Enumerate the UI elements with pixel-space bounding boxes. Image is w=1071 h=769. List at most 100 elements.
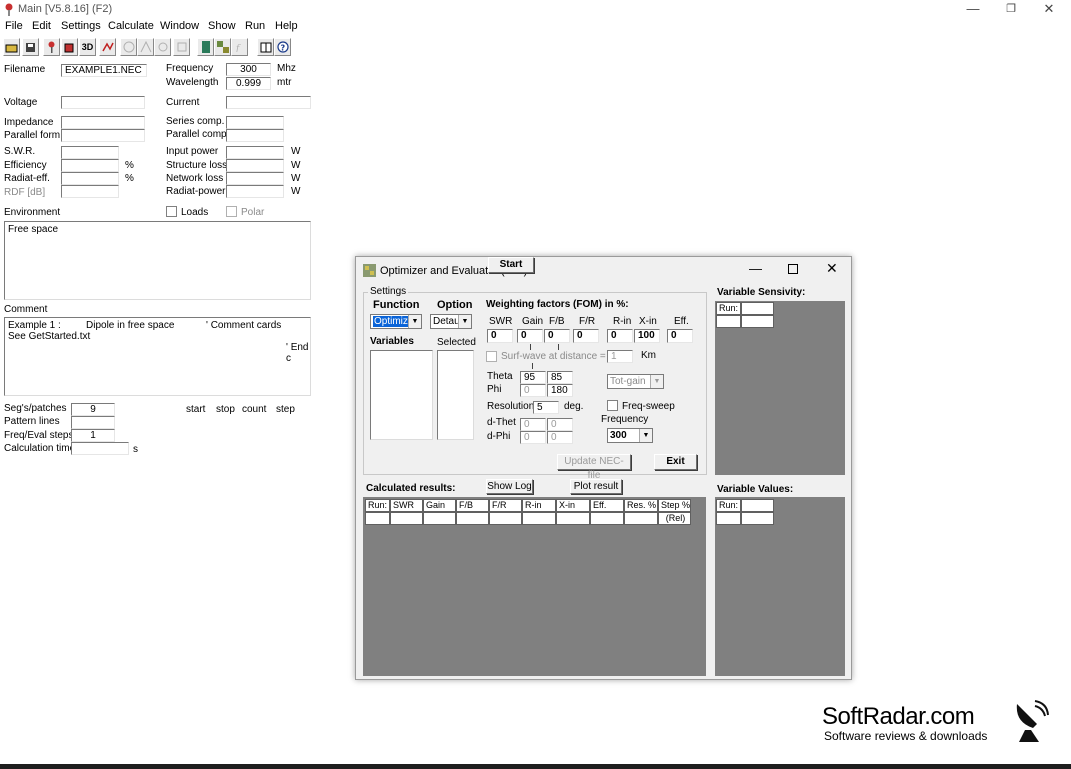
result-cell	[456, 512, 489, 525]
app-icon	[5, 3, 13, 16]
optimizer-icon[interactable]	[214, 38, 231, 56]
menu-run[interactable]: Run	[245, 20, 265, 32]
wavelength-field: 0.999	[226, 77, 271, 90]
pattern-lines-field[interactable]	[71, 416, 115, 429]
calc-time-field	[71, 442, 129, 455]
menu-help[interactable]: Help	[275, 20, 298, 32]
menu-window[interactable]: Window	[160, 20, 199, 32]
w-fb-field[interactable]: 0	[544, 329, 570, 343]
phi-stop-field[interactable]: 180	[547, 384, 573, 397]
segs-field[interactable]: 9	[71, 403, 115, 416]
comment-textarea[interactable]: Example 1 : Dipole in free space ' Comme…	[4, 317, 311, 396]
input-power-label: Input power	[166, 146, 219, 157]
dthet-label: d-Thet	[487, 417, 516, 428]
function-icon[interactable]: f	[231, 38, 248, 56]
dthet-start-field[interactable]: 0	[520, 418, 546, 431]
freq-sweep-label: Freq-sweep	[622, 401, 675, 412]
gain-type-combo[interactable]: Tot-gain ▼	[607, 374, 664, 389]
structure-loss-unit: W	[291, 160, 301, 171]
result-header-fr: F/R	[489, 499, 522, 512]
w-xin-field[interactable]: 100	[634, 329, 660, 343]
geometry-cube-icon[interactable]	[61, 38, 78, 56]
smith-chart-icon[interactable]	[120, 38, 137, 56]
selected-list[interactable]	[437, 350, 474, 440]
dphi-stop-field[interactable]: 0	[547, 431, 573, 444]
menu-calculate[interactable]: Calculate	[108, 20, 154, 32]
calculator-icon[interactable]	[197, 38, 214, 56]
function-combo[interactable]: Optimize ▼	[370, 314, 422, 329]
environment-textarea[interactable]: Free space	[4, 221, 311, 300]
menu-file[interactable]: File	[5, 20, 23, 32]
plot-result-button[interactable]: Plot result	[570, 479, 622, 494]
var-values-grid[interactable]: Run:	[715, 497, 845, 676]
resolution-field[interactable]: 5	[533, 401, 559, 414]
freq-sweep-checkbox[interactable]	[607, 400, 618, 411]
menu-edit[interactable]: Edit	[32, 20, 51, 32]
opt-frequency-combo[interactable]: 300 ▼	[607, 428, 653, 443]
show-log-button[interactable]: Show Log	[486, 479, 533, 494]
dphi-start-field[interactable]: 0	[520, 431, 546, 444]
result-cell	[624, 512, 658, 525]
variables-list[interactable]	[370, 350, 433, 440]
w-eff-field[interactable]: 0	[667, 329, 693, 343]
option-combo[interactable]: Detau ▼	[430, 314, 472, 329]
manual-book-icon[interactable]	[257, 38, 274, 56]
near-field-icon[interactable]	[137, 38, 154, 56]
radiat-eff-field	[61, 172, 119, 185]
dialog-maximize-button[interactable]	[788, 264, 798, 274]
dthet-stop-field[interactable]: 0	[547, 418, 573, 431]
surf-wave-field[interactable]: 1	[607, 350, 633, 363]
menu-settings[interactable]: Settings	[61, 20, 101, 32]
optimizer-dialog: Optimizer and Evaluator (F12) — ✕ Settin…	[355, 256, 852, 680]
w-fr-field[interactable]: 0	[573, 329, 599, 343]
dialog-close-button[interactable]: ✕	[826, 260, 838, 277]
close-button[interactable]: ✕	[1034, 0, 1064, 20]
minimize-button[interactable]: —	[958, 0, 988, 20]
col-step-label: step	[276, 404, 295, 415]
series-comp-field	[226, 116, 284, 129]
radiat-eff-label: Radiat-eff.	[4, 173, 50, 184]
col-stop-label: stop	[216, 404, 235, 415]
var-sensitivity-grid[interactable]: Run:	[715, 301, 845, 475]
efficiency-unit: %	[125, 160, 134, 171]
values-header-run: Run:	[716, 499, 741, 512]
start-button[interactable]: Start	[488, 257, 534, 273]
update-nec-file-button[interactable]: Update NEC-file	[557, 454, 631, 481]
save-disk-icon[interactable]	[22, 38, 39, 56]
frequency-field[interactable]: 300	[226, 63, 271, 76]
exit-button[interactable]: Exit	[654, 454, 697, 470]
open-folder-icon[interactable]	[3, 38, 20, 56]
phi-start-field[interactable]: 0	[520, 384, 546, 397]
satellite-dish-icon	[1016, 700, 1049, 742]
menu-show[interactable]: Show	[208, 20, 236, 32]
results-grid[interactable]: Run: SWR Gain F/B F/R R-in X-in Eff. Res…	[363, 497, 706, 676]
loads-checkbox[interactable]	[166, 206, 177, 217]
theta-start-field[interactable]: 95	[520, 371, 546, 384]
result-header-fb: F/B	[456, 499, 489, 512]
w-header-rin: R-in	[613, 316, 632, 327]
w-gain-field[interactable]: 0	[517, 329, 543, 343]
theta-stop-field[interactable]: 85	[547, 371, 573, 384]
filename-field[interactable]: EXAMPLE1.NEC	[61, 64, 147, 77]
w-rin-field[interactable]: 0	[607, 329, 633, 343]
radiat-eff-unit: %	[125, 173, 134, 184]
antenna-icon[interactable]	[43, 38, 60, 56]
field-strength-icon[interactable]	[173, 38, 190, 56]
surf-wave-label: Surf-wave at distance =	[501, 351, 606, 362]
opt-frequency-label: Frequency	[601, 414, 649, 425]
radiation-icon[interactable]	[154, 38, 171, 56]
filename-label: Filename	[4, 64, 46, 75]
view-3d-button[interactable]: 3D	[79, 38, 96, 56]
help-question-icon[interactable]: ?	[274, 38, 291, 56]
loads-label: Loads	[181, 207, 209, 218]
network-loss-unit: W	[291, 173, 301, 184]
option-value: Detau	[433, 316, 460, 327]
w-swr-field[interactable]: 0	[487, 329, 513, 343]
dialog-minimize-button[interactable]: —	[749, 261, 762, 276]
maximize-button[interactable]: ❐	[996, 0, 1026, 20]
freq-eval-field[interactable]: 1	[71, 429, 115, 442]
polar-checkbox[interactable]	[226, 206, 237, 217]
pattern-icon[interactable]	[99, 38, 116, 56]
w-header-gain: Gain	[522, 316, 544, 327]
surf-wave-checkbox[interactable]	[486, 351, 497, 362]
